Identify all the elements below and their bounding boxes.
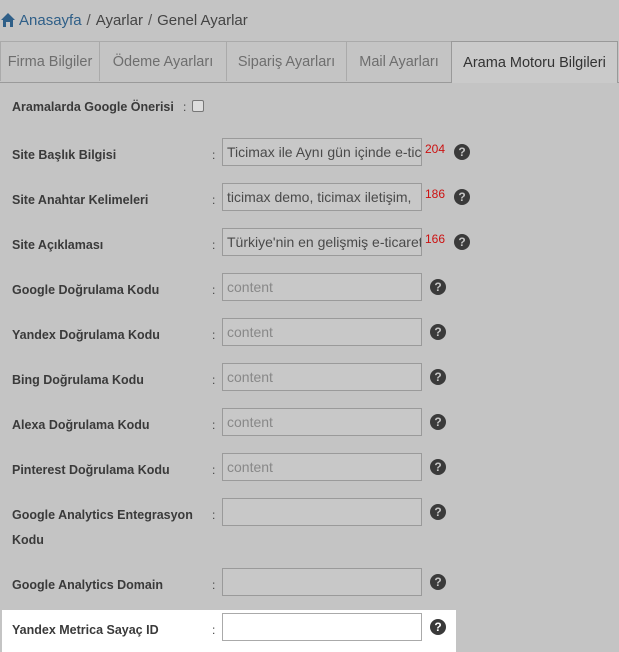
form-row: Yandex Doğrulama Kodu: content? <box>0 310 619 355</box>
google-suggest-row: Aramalarda Google Önerisi : <box>0 84 619 129</box>
text-input[interactable]: content <box>222 363 422 391</box>
form-row: Pinterest Doğrulama Kodu: content? <box>0 445 619 490</box>
field-label: Yandex Doğrulama Kodu <box>12 328 160 342</box>
text-input[interactable] <box>222 613 422 641</box>
field-label: Pinterest Doğrulama Kodu <box>12 463 170 477</box>
tab-mail-settings[interactable]: Mail Ayarları <box>346 41 452 81</box>
field-label: Site Anahtar Kelimeleri <box>12 193 149 207</box>
field-colon: : <box>212 148 216 162</box>
help-icon[interactable]: ? <box>430 574 446 590</box>
field-colon: : <box>212 283 216 297</box>
help-icon[interactable]: ? <box>430 504 446 520</box>
field-label: Site Açıklaması <box>12 238 104 252</box>
field-label: Google Doğrulama Kodu <box>12 283 160 297</box>
form-row: Site Başlık Bilgisi: Ticimax ile Aynı gün… <box>0 130 619 175</box>
help-icon[interactable]: ? <box>430 369 446 385</box>
field-label: Google Analytics Domain <box>12 578 163 592</box>
field-label: Bing Doğrulama Kodu <box>12 373 144 387</box>
tab-payment-settings[interactable]: Ödeme Ayarları <box>99 41 227 81</box>
text-input[interactable] <box>222 568 422 596</box>
breadcrumb-separator: / <box>86 11 91 29</box>
help-icon[interactable]: ? <box>430 414 446 430</box>
help-icon[interactable]: ? <box>430 279 446 295</box>
form-row: Yandex Metrica Sayaç ID:? <box>0 605 619 650</box>
form-row: Google Doğrulama Kodu: content? <box>0 265 619 310</box>
breadcrumb-separator: / <box>147 11 153 29</box>
home-icon[interactable] <box>0 12 16 28</box>
help-icon[interactable]: ? <box>430 459 446 475</box>
text-input[interactable]: content <box>222 273 422 301</box>
breadcrumb-general-settings: Genel Ayarlar <box>157 11 248 29</box>
text-input[interactable]: Ticimax ile Aynı gün içinde e-ticaret <box>222 138 422 166</box>
character-counter: 166 <box>425 232 446 246</box>
google-suggest-checkbox[interactable] <box>192 100 204 112</box>
text-input[interactable]: content <box>222 408 422 436</box>
field-colon: : <box>212 373 216 387</box>
breadcrumb: Anasayfa / Ayarlar / Genel Ayarlar <box>0 0 619 40</box>
help-icon[interactable]: ? <box>454 189 470 205</box>
text-input[interactable]: content <box>222 318 422 346</box>
text-input[interactable] <box>222 498 422 526</box>
tab-search-engine-info[interactable]: Arama Motoru Bilgileri <box>451 41 618 83</box>
form-row: Site Açıklaması: Türkiye'nin en gelişmiş … <box>0 220 619 265</box>
field-label: Site Başlık Bilgisi <box>12 148 117 162</box>
field-colon: : <box>212 193 216 207</box>
character-counter: 186 <box>425 187 446 201</box>
breadcrumb-settings[interactable]: Ayarlar <box>96 12 143 29</box>
character-counter: 204 <box>425 142 446 156</box>
form-row: Site Anahtar Kelimeleri: ticimax demo, ti… <box>0 175 619 220</box>
field-label: Yandex Metrica Sayaç ID <box>12 623 159 637</box>
field-colon: : <box>212 578 216 592</box>
help-icon[interactable]: ? <box>454 234 470 250</box>
field-colon: : <box>212 623 216 637</box>
field-colon: : <box>212 508 216 522</box>
form-row: Bing Doğrulama Kodu: content? <box>0 355 619 400</box>
text-input[interactable]: content <box>222 453 422 481</box>
help-icon[interactable]: ? <box>430 324 446 340</box>
form-row: Google Analytics Entegrasyon Kodu:? <box>0 490 619 547</box>
field-colon: : <box>212 328 216 342</box>
form-row: Google Analytics Domain:? <box>0 560 619 605</box>
field-label: Alexa Doğrulama Kodu <box>12 418 150 432</box>
tab-order-settings[interactable]: Sipariş Ayarları <box>226 41 347 81</box>
field-label: Aramalarda Google Önerisi <box>12 100 174 114</box>
text-input[interactable]: Türkiye'nin en gelişmiş e-ticaret <box>222 228 422 256</box>
field-colon: : <box>212 238 216 252</box>
field-colon: : <box>212 463 216 477</box>
text-input[interactable]: ticimax demo, ticimax iletişim, <box>222 183 422 211</box>
form-row: Alexa Doğrulama Kodu: content? <box>0 400 619 445</box>
field-colon: : <box>212 418 216 432</box>
tab-company-info[interactable]: Firma Bilgiler <box>0 41 100 81</box>
field-colon: : <box>183 100 187 114</box>
settings-tabs: Firma Bilgiler Ödeme Ayarları Sipariş Ay… <box>0 41 619 83</box>
breadcrumb-home-link[interactable]: Anasayfa <box>19 12 82 29</box>
field-label: Google Analytics Entegrasyon Kodu <box>12 508 193 547</box>
help-icon[interactable]: ? <box>454 144 470 160</box>
help-icon[interactable]: ? <box>430 619 446 635</box>
